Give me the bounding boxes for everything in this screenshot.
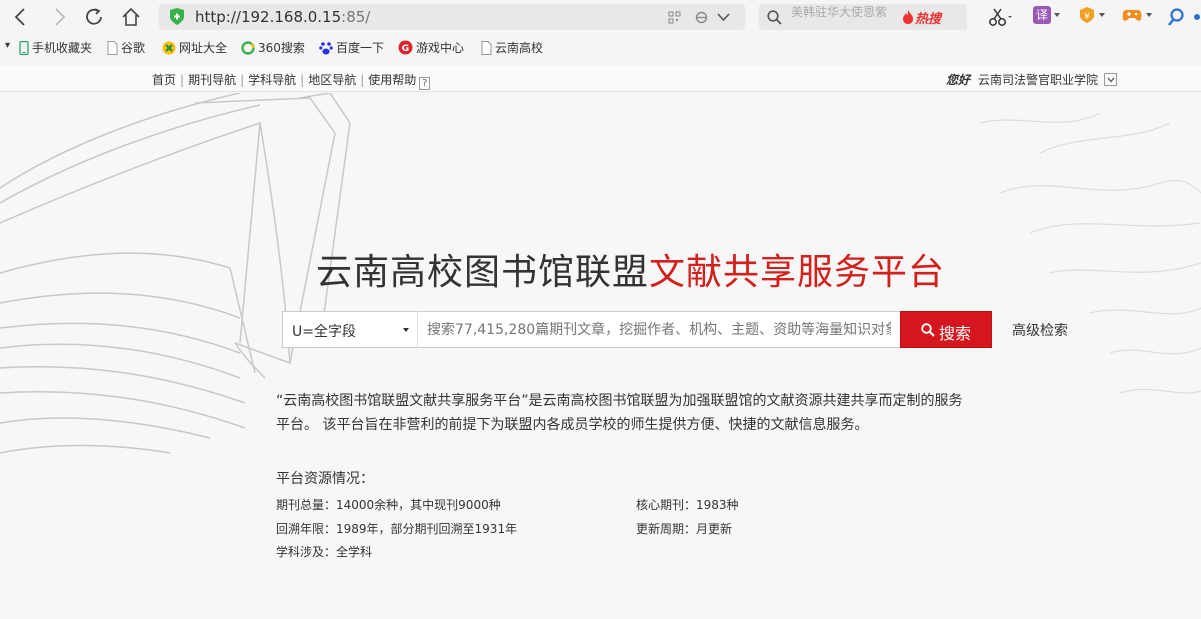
site-top-nav: 首页 | 期刊导航 | 学科导航 | 地区导航 | 使用帮助? 您好 云南司法警官职业学院 (0, 66, 1201, 92)
help-question-icon[interactable]: ? (419, 77, 431, 90)
nav-separator: | (360, 73, 365, 87)
translate-icon: 译 (1033, 6, 1051, 24)
svg-text:G: G (402, 44, 409, 54)
phone-icon (19, 41, 29, 55)
resources-title: 平台资源情况： (276, 471, 374, 487)
nav-separator: | (240, 73, 245, 87)
resource-update-cycle: 更新周期：月更新 (636, 522, 733, 536)
hot-search-label[interactable]: 热搜 (915, 8, 941, 27)
nav-help[interactable]: 使用帮助 (368, 73, 416, 87)
user-info: 您好 云南司法警官职业学院 (946, 71, 1118, 88)
wallet-button[interactable]: ¥ (1078, 6, 1108, 28)
platform-description: “云南高校图书馆联盟文献共享服务平台”是云南高校图书馆联盟为加强联盟馆的文献资源… (276, 393, 963, 433)
chevron-down-icon (1099, 13, 1105, 17)
resource-journal-total: 期刊总量：14000余种，其中现刊9000种 (276, 498, 501, 512)
nav-journals[interactable]: 期刊导航 (188, 73, 236, 87)
search-icon (767, 10, 782, 25)
svg-text:¥: ¥ (1084, 12, 1090, 22)
search-button-label: 搜索 (939, 324, 972, 343)
browser-search-bar[interactable]: 美韩驻华大使恩紫 热搜 (759, 4, 967, 30)
url-text[interactable]: http://192.168.0.15:85/ (195, 8, 370, 26)
user-dropdown-icon[interactable] (1104, 73, 1118, 86)
chevron-down-icon (1054, 13, 1060, 17)
institution-name[interactable]: 云南司法警官职业学院 (978, 73, 1098, 87)
browser-toolbar: http://192.168.0.15:85/ 美韩驻华大使恩紫 热搜 译 ¥ (0, 0, 1201, 34)
bookmark-google[interactable]: 谷歌 (107, 39, 145, 56)
search-360-icon (241, 41, 255, 55)
game-button[interactable] (1122, 6, 1154, 28)
chevron-down-icon (1146, 13, 1152, 17)
url-dropdown-icon[interactable] (717, 13, 730, 22)
forward-icon[interactable] (48, 6, 70, 28)
resource-core-journals: 核心期刊：1983种 (636, 498, 739, 512)
search-field-select[interactable]: U=全字段 (282, 311, 418, 348)
coin-icon: ¥ (1080, 7, 1094, 23)
search-button[interactable]: 搜索 (900, 311, 992, 348)
hot-flame-icon (903, 10, 913, 24)
bookmark-baidu[interactable]: 百度一下 (319, 39, 384, 56)
greeting: 您好 (946, 73, 971, 87)
translate-button[interactable]: 译 (1033, 6, 1063, 28)
background-book-illustration (0, 93, 1201, 454)
platform-title: 云南高校图书馆联盟文献共享服务平台 (316, 243, 945, 295)
bookmark-site-directory[interactable]: 网址大全 (162, 39, 227, 56)
home-icon[interactable] (120, 6, 142, 28)
advanced-search-link[interactable]: 高级检索 (1012, 320, 1068, 340)
title-part-alliance: 云南高校图书馆联盟 (316, 252, 650, 293)
bookmark-yunnan-universities[interactable]: 云南高校 (481, 39, 545, 56)
chevron-down-icon (403, 328, 409, 332)
nav-subjects[interactable]: 学科导航 (248, 73, 296, 87)
bookmarks-bar: ▾ 手机收藏夹 谷歌 网址大全 360搜索 百度一下 G 游戏中心 云南高校 (0, 36, 1201, 60)
address-bar[interactable]: http://192.168.0.15:85/ (159, 4, 745, 30)
nav-separator: | (180, 73, 185, 87)
resource-subject-coverage: 学科涉及：全学科 (276, 545, 373, 559)
page-icon (481, 41, 492, 55)
nav-separator: | (300, 73, 305, 87)
resource-backfile-years: 回溯年限：1989年，部分期刊回溯至1931年 (276, 522, 518, 536)
scissors-icon[interactable] (988, 6, 1014, 28)
bookmarks-menu-arrow[interactable]: ▾ (5, 40, 10, 51)
secure-shield-icon (170, 8, 184, 25)
search-icon (921, 323, 935, 337)
qr-code-icon[interactable] (668, 11, 681, 24)
nav-home[interactable]: 首页 (152, 73, 176, 87)
gamepad-icon (1122, 10, 1142, 21)
game-center-icon: G (398, 40, 413, 55)
find-icon[interactable] (1168, 6, 1186, 28)
search-field-value: U=全字段 (292, 324, 356, 340)
bookmark-game-center[interactable]: G 游戏中心 (398, 39, 464, 56)
ie-compat-icon[interactable] (694, 10, 709, 25)
search-input[interactable] (417, 311, 901, 348)
refresh-icon[interactable] (83, 6, 105, 28)
search-hint-text: 美韩驻华大使恩紫 (791, 5, 888, 19)
nav-regions[interactable]: 地区导航 (308, 73, 356, 87)
main-content: 云南高校图书馆联盟文献共享服务平台 U=全字段 搜索 高级检索 “云南高校图书馆… (0, 93, 1201, 619)
nav-links: 首页 | 期刊导航 | 学科导航 | 地区导航 | 使用帮助? (152, 71, 431, 90)
bookmark-mobile-favorites[interactable]: 手机收藏夹 (19, 39, 92, 56)
globe-icon (162, 41, 176, 55)
bookmark-360-search[interactable]: 360搜索 (241, 39, 305, 56)
back-icon[interactable] (10, 6, 32, 28)
baidu-paw-icon (319, 42, 333, 55)
page-icon (107, 41, 118, 55)
title-part-platform: 文献共享服务平台 (649, 252, 946, 293)
more-icon[interactable] (1193, 6, 1201, 28)
